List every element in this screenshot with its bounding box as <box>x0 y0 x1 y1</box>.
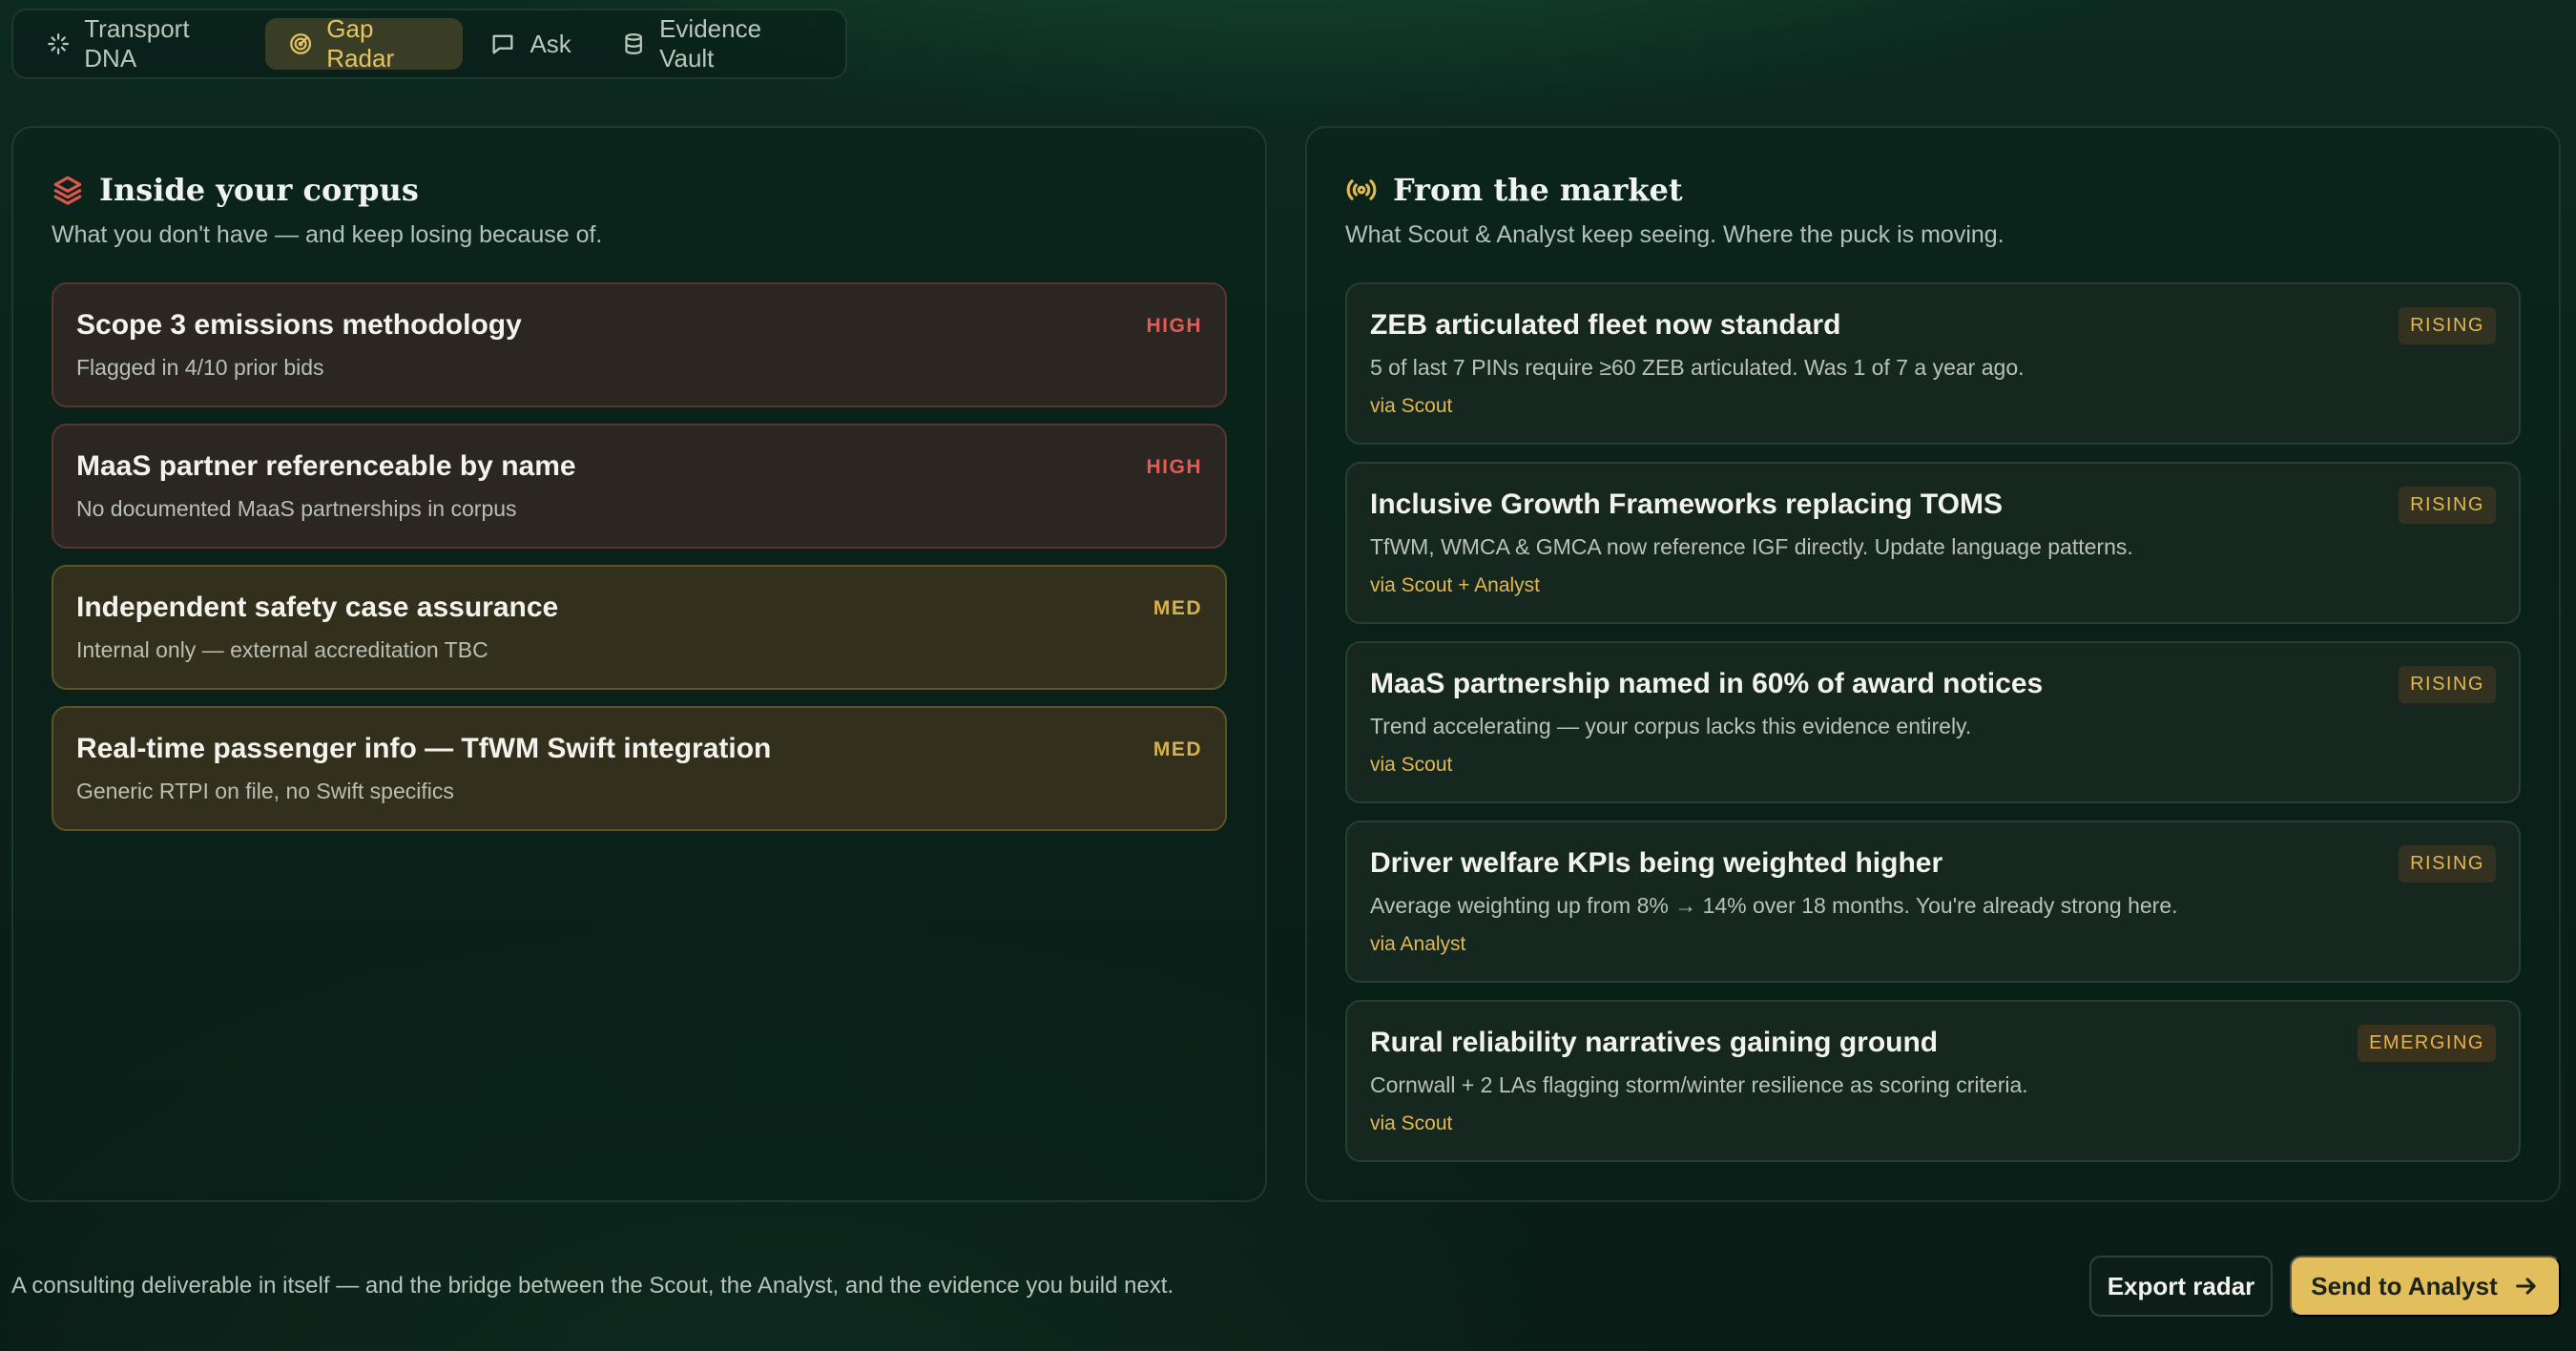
trend-source: via Scout <box>1370 1112 1453 1134</box>
gap-title: MaaS partner referenceable by name <box>76 450 576 482</box>
trend-card[interactable]: MaaS partnership named in 60% of award n… <box>1345 641 2521 803</box>
tab-evidence-vault[interactable]: Evidence Vault <box>598 14 836 73</box>
gap-card[interactable]: Scope 3 emissions methodology Flagged in… <box>52 282 1227 407</box>
trend-source: via Analyst <box>1370 933 1466 955</box>
status-badge: RISING <box>2399 487 2496 524</box>
footer-note: A consulting deliverable in itself — and… <box>11 1273 1174 1299</box>
trend-title: MaaS partnership named in 60% of award n… <box>1370 668 2044 699</box>
top-tab-bar: Transport DNA Gap Radar Ask Evidence Vau… <box>11 9 847 79</box>
gap-detail: Generic RTPI on file, no Swift specifics <box>76 779 454 803</box>
trend-detail: Cornwall + 2 LAs flagging storm/winter r… <box>1370 1072 2028 1097</box>
export-radar-button[interactable]: Export radar <box>2089 1256 2273 1317</box>
trend-title: ZEB articulated fleet now standard <box>1370 309 1841 341</box>
panel-subtitle: What you don't have — and keep losing be… <box>52 221 603 248</box>
gap-card[interactable]: Real-time passenger info — TfWM Swift in… <box>52 706 1227 831</box>
trend-card[interactable]: Inclusive Growth Frameworks replacing TO… <box>1345 462 2521 624</box>
trend-detail: Trend accelerating — your corpus lacks t… <box>1370 714 1972 738</box>
trend-title: Driver welfare KPIs being weighted highe… <box>1370 847 1943 879</box>
gap-detail: Internal only — external accreditation T… <box>76 637 488 662</box>
trend-source: via Scout + Analyst <box>1370 574 1541 596</box>
broadcast-icon <box>1346 179 1377 200</box>
send-to-analyst-button[interactable]: Send to Analyst <box>2290 1256 2561 1317</box>
tab-label: Evidence Vault <box>659 14 762 73</box>
tab-gap-radar[interactable]: Gap Radar <box>265 14 464 73</box>
severity-badge: HIGH <box>1146 315 1202 337</box>
tab-transport-dna[interactable]: Transport DNA <box>23 14 261 73</box>
gap-card[interactable]: Independent safety case assurance Intern… <box>52 565 1227 690</box>
radar-icon <box>290 33 312 54</box>
trend-source: via Scout <box>1370 395 1453 417</box>
severity-badge: MED <box>1153 597 1202 619</box>
status-badge: RISING <box>2399 666 2496 703</box>
status-badge: EMERGING <box>2358 1025 2496 1062</box>
arrow-right-icon <box>2515 1278 2536 1295</box>
trend-detail: TfWM, WMCA & GMCA now reference IGF dire… <box>1370 534 2133 559</box>
database-icon <box>625 33 642 54</box>
panel-subtitle: What Scout & Analyst keep seeing. Where … <box>1345 221 2005 248</box>
corpus-gaps-panel: Inside your corpus What you don't have —… <box>11 126 1267 1202</box>
trend-card[interactable]: Rural reliability narratives gaining gro… <box>1345 1000 2521 1162</box>
trend-detail: 5 of last 7 PINs require ≥60 ZEB articul… <box>1370 355 2025 380</box>
market-trends-panel: From the market What Scout & Analyst kee… <box>1305 126 2561 1202</box>
gap-title: Real-time passenger info — TfWM Swift in… <box>76 733 772 764</box>
trend-card[interactable]: Driver welfare KPIs being weighted highe… <box>1345 821 2521 983</box>
trend-title: Inclusive Growth Frameworks replacing TO… <box>1370 488 2003 520</box>
trend-source: via Scout <box>1370 754 1453 776</box>
button-label: Export radar <box>2107 1271 2255 1300</box>
severity-badge: HIGH <box>1146 456 1202 478</box>
tab-label: Ask <box>530 29 571 58</box>
chat-bubble-icon <box>492 34 513 54</box>
panel-title: Inside your corpus <box>99 172 419 208</box>
tab-label: Gap Radar <box>326 14 395 73</box>
sparkle-icon <box>48 33 70 54</box>
trend-title: Rural reliability narratives gaining gro… <box>1370 1027 1939 1058</box>
gap-list: Scope 3 emissions methodology Flagged in… <box>52 282 1227 831</box>
panel-header: From the market <box>1345 172 1683 208</box>
gap-title: Scope 3 emissions methodology <box>76 309 522 341</box>
severity-badge: MED <box>1153 738 1202 760</box>
trend-detail: Average weighting up from 8% → 14% over … <box>1370 893 2178 918</box>
status-badge: RISING <box>2399 307 2496 344</box>
status-badge: RISING <box>2399 845 2496 883</box>
button-label: Send to Analyst <box>2311 1271 2498 1300</box>
gap-detail: No documented MaaS partnerships in corpu… <box>76 496 517 521</box>
tab-label: Transport DNA <box>84 14 190 73</box>
trend-card[interactable]: ZEB articulated fleet now standard 5 of … <box>1345 282 2521 445</box>
trend-list: ZEB articulated fleet now standard 5 of … <box>1345 282 2521 1162</box>
panel-title: From the market <box>1393 172 1683 208</box>
panel-header: Inside your corpus <box>52 172 419 208</box>
layers-icon <box>53 176 82 205</box>
gap-title: Independent safety case assurance <box>76 592 559 623</box>
tab-ask[interactable]: Ask <box>467 18 593 70</box>
gap-detail: Flagged in 4/10 prior bids <box>76 355 324 380</box>
gap-card[interactable]: MaaS partner referenceable by name No do… <box>52 424 1227 549</box>
